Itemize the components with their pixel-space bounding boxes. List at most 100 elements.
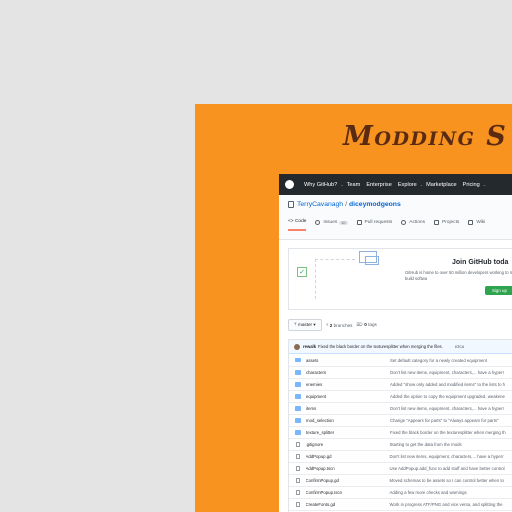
folder-icon — [295, 394, 301, 399]
file-name-link[interactable]: texture_splitter — [306, 430, 390, 435]
commit-message[interactable]: Fixed the black border on the texturespl… — [318, 344, 443, 349]
github-logo-icon[interactable] — [285, 180, 294, 189]
branch-bar: ᛘ master ▾ ᛘ 2 branches ⌦ 0 tags — [288, 319, 512, 331]
chevron-down-icon: ▾ — [312, 322, 316, 327]
file-row[interactable]: AddPopup.tscn Use AddPopup.add_func to ad… — [289, 462, 512, 474]
file-icon — [295, 441, 300, 448]
file-row[interactable]: assets Set default category for a newly c… — [289, 354, 512, 366]
file-name-link[interactable]: AddPopup.tscn — [306, 466, 390, 471]
tab-label: Actions — [409, 220, 425, 225]
pull-request-icon — [356, 220, 362, 225]
signup-title: Join GitHub toda — [452, 259, 509, 266]
nav-team[interactable]: Team — [347, 182, 361, 188]
file-row[interactable]: texture_splitter Fixed the black border o… — [289, 426, 512, 438]
file-row[interactable]: enemies Added "show only added and modifi… — [289, 378, 512, 390]
github-screenshot: Why GitHub? ⌄ Team Enterprise Explore ⌄ Ma… — [279, 174, 512, 512]
branch-select-button[interactable]: ᛘ master ▾ — [288, 319, 322, 331]
branches-link[interactable]: ᛘ 2 branches — [326, 323, 353, 328]
file-row[interactable]: .gitignore Starting to get the data from … — [289, 438, 512, 450]
file-commit-message[interactable]: Adding a few more checks and warnings — [390, 490, 467, 495]
tab-code[interactable]: <> Code — [288, 219, 307, 231]
presentation-slide: Modding S Why GitHub? ⌄ Team Enterprise E… — [195, 104, 512, 512]
issues-count-badge: 10 — [339, 220, 348, 225]
file-name-link[interactable]: ConfirmPopup.gd — [306, 478, 390, 483]
file-row[interactable]: items Don't list new items, equipment, ch… — [289, 402, 512, 414]
file-name-link[interactable]: .gitignore — [306, 442, 390, 447]
file-commit-message[interactable]: Don't list new items, equipment, charact… — [390, 406, 504, 411]
folder-icon — [295, 357, 301, 363]
branches-count: 2 — [329, 322, 333, 328]
file-row[interactable]: mod_selection Change "Appears for parts" … — [289, 414, 512, 426]
file-name-link[interactable]: CreateFonts.gd — [306, 502, 390, 507]
file-commit-message[interactable]: Don't list new items, equipment, charact… — [390, 454, 504, 459]
folder-icon — [295, 418, 301, 423]
file-commit-message[interactable]: Starting to get the data from the mods — [390, 442, 462, 447]
file-commit-message[interactable]: Added "show only added and modified item… — [390, 382, 505, 387]
chevron-down-icon: ⌄ — [419, 182, 424, 187]
branch-name: master — [298, 322, 313, 327]
file-name-link[interactable]: AddPopup.gd — [306, 454, 390, 459]
file-name-link[interactable]: equipment — [306, 394, 390, 399]
projects-icon — [433, 220, 439, 225]
repo-owner-link[interactable]: TerryCavanagh — [297, 201, 343, 208]
file-commit-message[interactable]: Added the option to copy the equipment u… — [390, 394, 505, 399]
file-name-link[interactable]: mod_selection — [306, 418, 390, 423]
repo-book-icon — [288, 201, 294, 208]
file-name-link[interactable]: characters — [306, 370, 390, 375]
file-commit-message[interactable]: Don't list new items, equipment, charact… — [390, 370, 504, 375]
tab-label: Wiki — [476, 220, 486, 225]
latest-commit-bar: rewalk Fixed the black border on the tex… — [289, 340, 512, 354]
folder-icon — [295, 370, 301, 375]
github-header: Why GitHub? ⌄ Team Enterprise Explore ⌄ Ma… — [279, 174, 512, 195]
file-commit-message[interactable]: Change "Appears for parts" to "Always ap… — [390, 418, 499, 423]
avatar[interactable] — [294, 343, 300, 350]
tab-issues[interactable]: Issues 10 — [315, 219, 348, 231]
file-icon — [295, 465, 300, 472]
file-row[interactable]: ConfirmPopup.gd Moved schemas to be asset… — [289, 474, 512, 486]
file-row[interactable]: AddPopup.gd Don't list new items, equipme… — [289, 450, 512, 462]
tab-projects[interactable]: Projects — [433, 219, 460, 231]
file-name-link[interactable]: assets — [306, 358, 390, 363]
nav-why-github[interactable]: Why GitHub? — [304, 182, 337, 188]
tab-label: Pull requests — [364, 220, 393, 225]
file-commit-message[interactable]: Fixed the black border on the texturespl… — [390, 430, 506, 435]
tab-label: Issues — [323, 220, 338, 225]
file-row[interactable]: CreateFonts.gd Work in progress ATF/PNG a… — [289, 498, 512, 510]
wiki-icon — [468, 220, 474, 225]
nav-marketplace[interactable]: Marketplace — [426, 182, 456, 188]
file-commit-message[interactable]: Work in progress ATF/PNG and vice versa,… — [390, 502, 503, 507]
nav-explore[interactable]: Explore — [398, 182, 417, 188]
issue-icon — [315, 220, 321, 225]
repo-name-link[interactable]: diceymodgeons — [349, 201, 401, 208]
tab-wiki[interactable]: Wiki — [468, 219, 485, 231]
signup-button[interactable]: Sign up — [485, 286, 512, 295]
file-commit-message[interactable]: Moved schemas to be assets so I can cont… — [390, 478, 504, 483]
code-icon: <> — [288, 219, 295, 224]
tags-label: tags — [368, 322, 377, 327]
file-name-link[interactable]: enemies — [306, 382, 390, 387]
tags-link[interactable]: ⌦ 0 tags — [356, 322, 376, 328]
folder-icon — [295, 430, 301, 435]
file-row[interactable]: equipment Added the option to copy the eq… — [289, 390, 512, 402]
file-icon — [295, 453, 300, 460]
folder-icon — [295, 406, 301, 411]
file-row[interactable]: characters Don't list new items, equipmen… — [289, 366, 512, 378]
signup-description: GitHub is home to over 50 million develo… — [405, 270, 512, 281]
tab-actions[interactable]: Actions — [401, 219, 425, 231]
commit-author[interactable]: rewalk — [303, 344, 316, 349]
file-commit-message[interactable]: Use AddPopup.add_func to add stuff and h… — [390, 466, 505, 471]
commit-hash[interactable]: e3ca — [455, 344, 464, 349]
tab-pull-requests[interactable]: Pull requests — [356, 219, 393, 231]
nav-pricing[interactable]: Pricing — [463, 182, 480, 188]
repo-header: TerryCavanagh / diceymodgeons <> Code Is… — [279, 195, 512, 240]
tab-label: Projects — [441, 220, 460, 225]
file-commit-message[interactable]: Set default category for a newly created… — [390, 358, 487, 363]
file-row[interactable]: ConfirmPopup.tscn Adding a few more check… — [289, 486, 512, 498]
file-icon — [295, 489, 300, 496]
nav-enterprise[interactable]: Enterprise — [366, 182, 392, 188]
tags-count: 0 — [364, 322, 367, 327]
file-icon — [295, 477, 300, 484]
file-list: rewalk Fixed the black border on the tex… — [288, 339, 512, 512]
file-name-link[interactable]: items — [306, 406, 390, 411]
file-name-link[interactable]: ConfirmPopup.tscn — [306, 490, 390, 495]
